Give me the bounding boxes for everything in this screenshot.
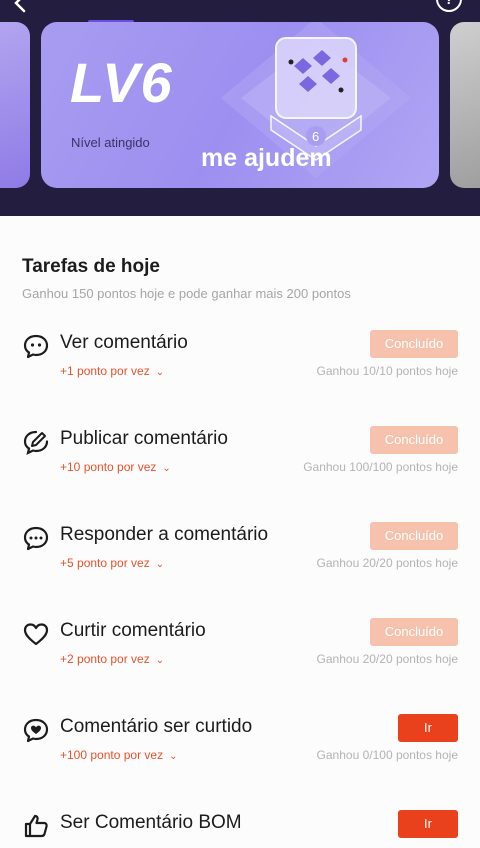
comment-edit-icon <box>23 430 49 456</box>
task-go-button[interactable]: Ir <box>398 714 458 742</box>
task-item-like-comment: Curtir comentário +2 ponto por vez ⌄ Ganh… <box>0 618 480 688</box>
task-points-toggle[interactable]: +1 ponto por vez ⌄ <box>60 364 164 378</box>
task-progress: Ganhou 10/10 pontos hoje <box>316 364 458 378</box>
chevron-down-icon: ⌄ <box>162 463 171 474</box>
task-done-button[interactable]: Concluído <box>370 618 458 646</box>
daily-tasks-section: Tarefas de hoje Ganhou 150 pontos hoje e… <box>0 216 480 848</box>
level-header: ? 6 LV6 Nível atingido me ajudem <box>0 0 480 216</box>
help-icon[interactable]: ? <box>436 0 462 12</box>
current-level-card[interactable]: 6 LV6 Nível atingido me ajudem <box>41 22 439 188</box>
task-item-comment-liked: Comentário ser curtido +100 ponto por ve… <box>0 714 480 784</box>
task-progress: Ganhou 20/20 pontos hoje <box>316 556 458 570</box>
thumbs-up-icon <box>24 814 48 838</box>
task-name: Comentário ser curtido <box>60 716 253 737</box>
task-progress: Ganhou 100/100 pontos hoje <box>303 460 458 474</box>
task-points-label: +2 ponto por vez <box>60 652 150 666</box>
task-name: Ver comentário <box>60 332 188 353</box>
task-item-publish-comment: Publicar comentário +10 ponto por vez ⌄ G… <box>0 426 480 496</box>
level-title: LV6 <box>70 51 173 114</box>
heart-icon <box>23 623 49 646</box>
overlay-caption: me ajudem <box>201 144 332 172</box>
section-title: Tarefas de hoje <box>22 256 160 277</box>
task-points-label: +5 ponto por vez <box>60 556 150 570</box>
task-name: Responder a comentário <box>60 524 269 545</box>
task-points-toggle[interactable]: +5 ponto por vez ⌄ <box>60 556 164 570</box>
task-name: Publicar comentário <box>60 428 228 449</box>
task-done-button[interactable]: Concluído <box>370 522 458 550</box>
task-progress: Ganhou 20/20 pontos hoje <box>316 652 458 666</box>
task-item-reply-comment: Responder a comentário +5 ponto por vez ⌄… <box>0 522 480 592</box>
svg-text:6: 6 <box>312 129 319 144</box>
task-points-toggle[interactable]: +100 ponto por vez ⌄ <box>60 748 177 762</box>
comment-eye-icon <box>23 334 49 359</box>
next-level-card[interactable] <box>450 22 480 188</box>
task-progress: Ganhou 0/100 pontos hoje <box>316 748 458 762</box>
task-item-good-comment: Ser Comentário BOM Ir <box>0 810 480 848</box>
task-points-toggle[interactable]: +10 ponto por vez ⌄ <box>60 460 171 474</box>
chevron-down-icon: ⌄ <box>155 559 165 570</box>
previous-level-card[interactable] <box>0 22 30 188</box>
section-subtitle: Ganhou 150 pontos hoje e pode ganhar mai… <box>22 286 351 301</box>
chevron-down-icon: ⌄ <box>169 751 178 762</box>
task-item-view-comment: Ver comentário +1 ponto por vez ⌄ Ganhou … <box>0 330 480 400</box>
task-points-label: +1 ponto por vez <box>60 364 150 378</box>
level-status: Nível atingido <box>71 135 150 150</box>
task-points-label: +100 ponto por vez <box>60 748 164 762</box>
task-points-label: +10 ponto por vez <box>60 460 157 474</box>
task-done-button[interactable]: Concluído <box>370 330 458 358</box>
chevron-down-icon: ⌄ <box>155 655 165 666</box>
task-done-button[interactable]: Concluído <box>370 426 458 454</box>
task-name: Curtir comentário <box>60 620 206 641</box>
comment-reply-icon <box>23 526 49 551</box>
back-arrow-icon[interactable] <box>10 0 32 14</box>
task-go-button[interactable]: Ir <box>398 810 458 838</box>
task-points-toggle[interactable]: +2 ponto por vez ⌄ <box>60 652 164 666</box>
comment-heart-icon <box>23 718 49 743</box>
chevron-down-icon: ⌄ <box>155 367 165 378</box>
task-name: Ser Comentário BOM <box>60 812 242 833</box>
